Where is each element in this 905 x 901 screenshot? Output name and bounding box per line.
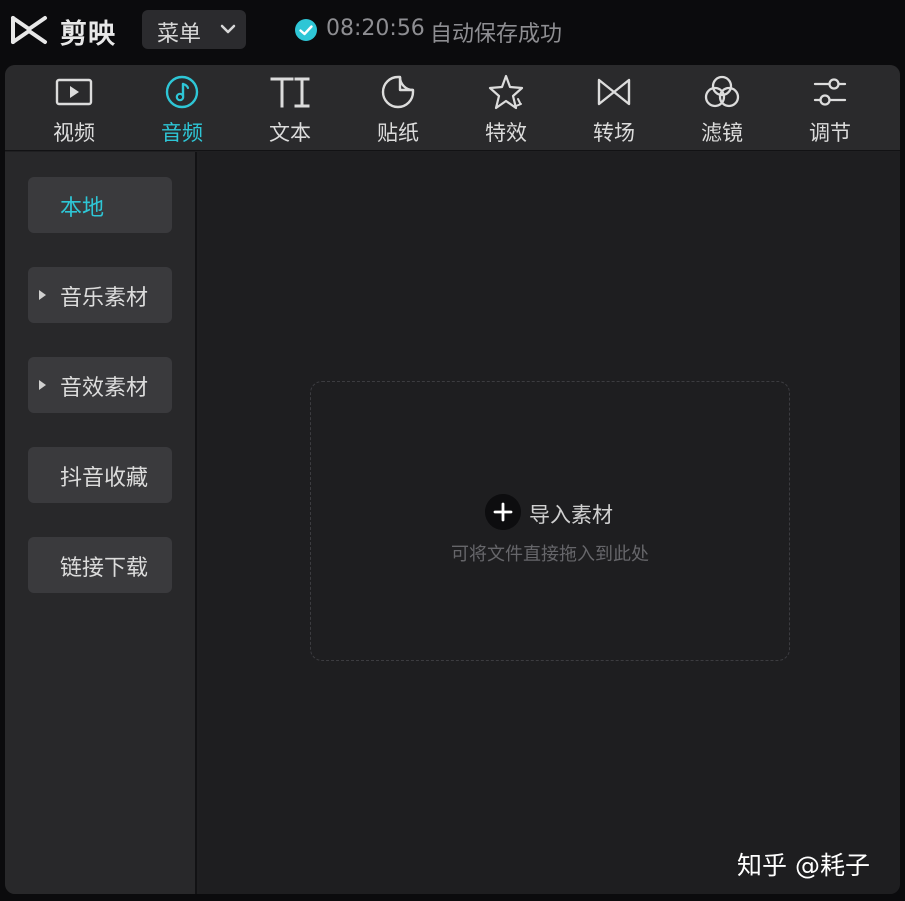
tab-adjust[interactable]: 调节	[780, 65, 880, 151]
import-label: 导入素材	[529, 503, 613, 527]
text-icon	[270, 77, 310, 108]
chevron-down-icon	[220, 24, 236, 34]
import-media-button[interactable]: 导入素材	[485, 494, 635, 530]
drop-hint: 可将文件直接拖入到此处	[451, 544, 649, 565]
check-circle-icon	[295, 19, 317, 41]
tab-filter[interactable]: 滤镜	[672, 65, 772, 151]
adjust-sliders-icon	[813, 78, 847, 106]
tab-effects[interactable]: 特效	[456, 65, 556, 151]
tab-label: 贴纸	[377, 121, 419, 145]
tab-sticker[interactable]: 贴纸	[348, 65, 448, 151]
capcut-logo-icon	[11, 16, 47, 44]
tab-transition[interactable]: 转场	[564, 65, 664, 151]
content-area: 导入素材 可将文件直接拖入到此处	[199, 152, 900, 894]
import-dropzone[interactable]: 导入素材 可将文件直接拖入到此处	[310, 381, 790, 661]
menu-label: 菜单	[157, 22, 202, 47]
tab-label: 转场	[593, 121, 635, 145]
expand-caret-icon	[39, 290, 46, 300]
tab-video[interactable]: 视频	[24, 65, 124, 151]
sidebar: 本地 音乐素材 音效素材 抖音收藏 链接下载	[5, 152, 197, 894]
expand-caret-icon	[39, 380, 46, 390]
save-time: 08:20:56	[326, 16, 425, 41]
tab-label: 滤镜	[701, 121, 743, 145]
sidebar-item-label: 音乐素材	[60, 286, 149, 311]
transition-icon	[597, 78, 631, 106]
tab-text[interactable]: 文本	[240, 65, 340, 151]
tab-label: 调节	[809, 121, 851, 145]
sidebar-item-label: 音效素材	[60, 376, 149, 401]
sidebar-item-label: 抖音收藏	[60, 466, 149, 491]
sparkle-star-icon	[488, 74, 524, 110]
sidebar-item-local[interactable]: 本地	[28, 177, 172, 233]
video-icon	[55, 78, 93, 106]
app-title: 剪映	[60, 19, 116, 50]
watermark: 知乎 @耗子	[737, 851, 870, 880]
sidebar-item-douyin-favorites[interactable]: 抖音收藏	[28, 447, 172, 503]
music-note-icon	[165, 75, 199, 109]
tab-audio[interactable]: 音频	[132, 65, 232, 151]
sidebar-item-link-download[interactable]: 链接下载	[28, 537, 172, 593]
category-toolbar: 视频 音频 文本 贴纸 特效 转场 滤镜 调节	[5, 65, 900, 151]
sidebar-item-sound-effects[interactable]: 音效素材	[28, 357, 172, 413]
sidebar-item-label: 链接下载	[60, 556, 149, 581]
tab-label: 音频	[161, 121, 203, 145]
sidebar-item-label: 本地	[60, 196, 105, 221]
tab-label: 视频	[53, 121, 95, 145]
filter-icon	[704, 75, 740, 108]
tab-label: 特效	[485, 121, 527, 145]
sticker-icon	[381, 75, 415, 109]
title-bar: 剪映 菜单 08:20:56 自动保存成功	[0, 0, 905, 62]
sidebar-item-music[interactable]: 音乐素材	[28, 267, 172, 323]
save-message: 自动保存成功	[430, 22, 563, 47]
plus-icon	[485, 494, 521, 530]
menu-button[interactable]: 菜单	[142, 10, 246, 49]
tab-label: 文本	[269, 121, 311, 145]
media-panel: 视频 音频 文本 贴纸 特效 转场 滤镜 调节 本地 音乐素材 音效素材 抖音收…	[5, 65, 900, 894]
